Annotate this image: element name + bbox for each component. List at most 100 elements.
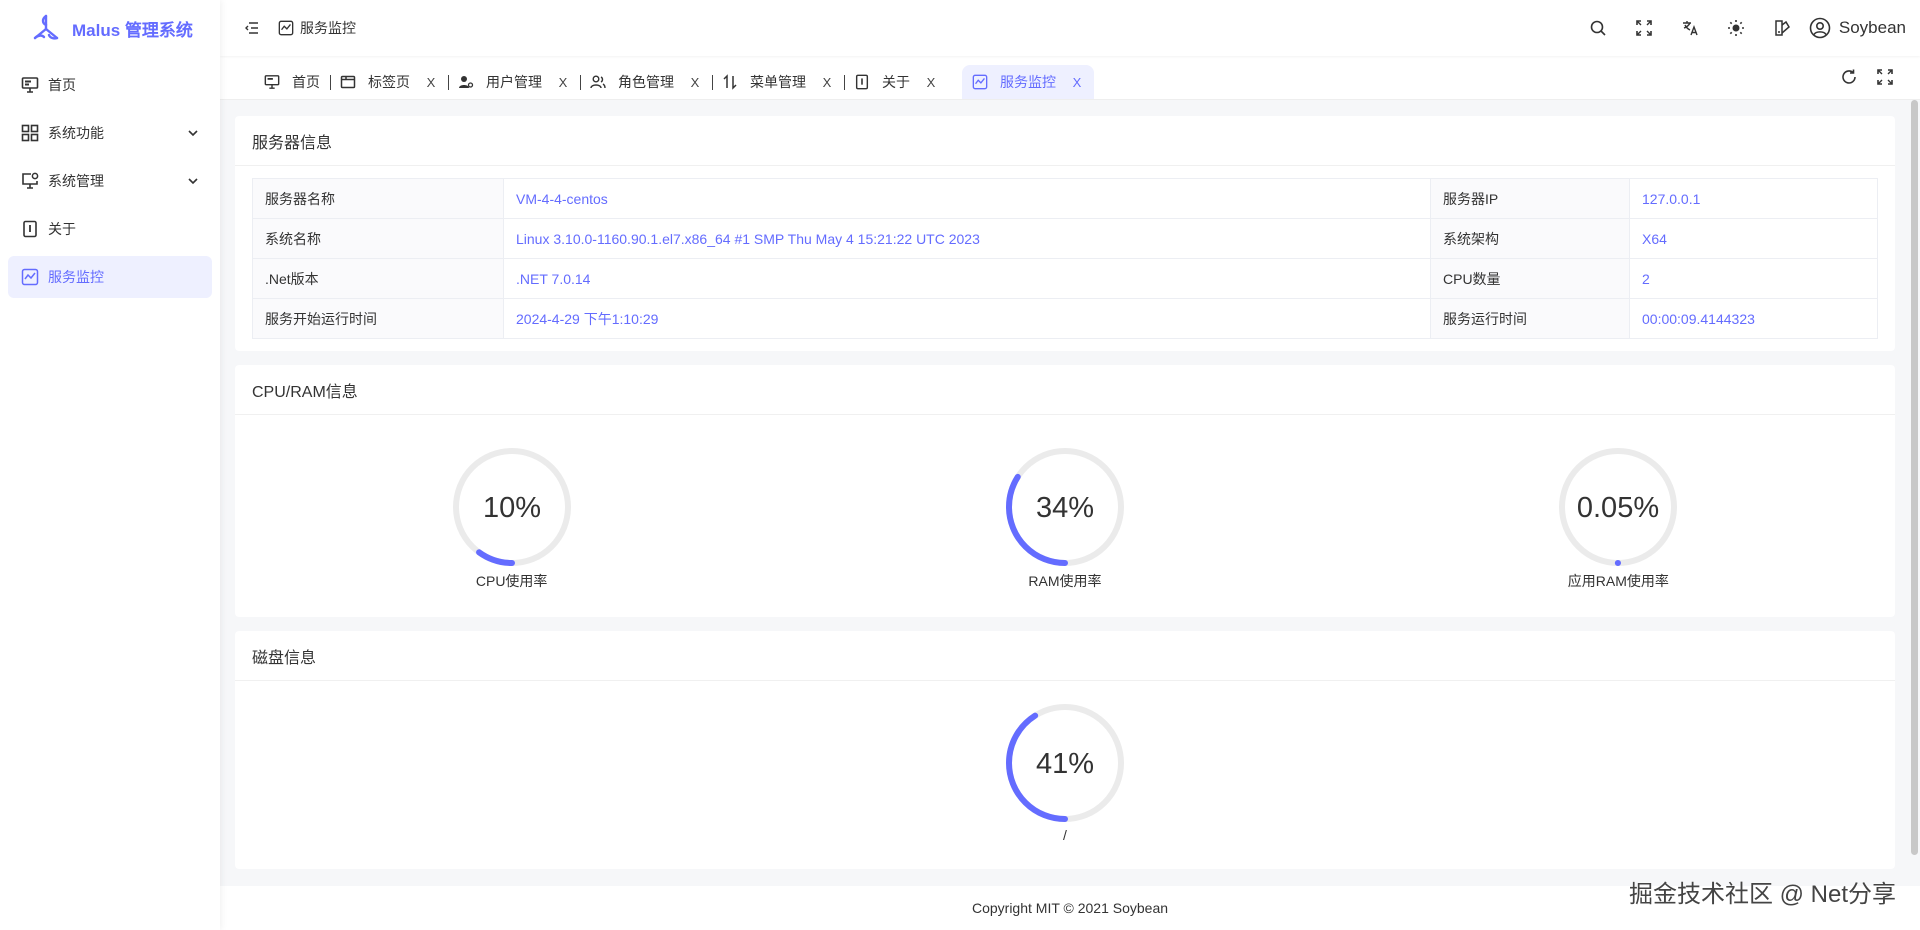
gauge-percent: 10% [483, 492, 541, 524]
progress-circle: 34% [1005, 448, 1124, 566]
tab-label: 用户管理 [486, 74, 542, 90]
info-icon [20, 219, 40, 239]
gauge-label: 应用RAM使用率 [1567, 573, 1669, 589]
field-label: 系统名称 [252, 218, 504, 259]
user-name: Soybean [1838, 18, 1906, 37]
sidebar-menu: 首页 系统功能 系统管理 关于 服务监控 [0, 56, 220, 312]
field-label: 服务器名称 [252, 178, 504, 219]
tab-server-monitor[interactable]: 服务监控 X [962, 65, 1094, 99]
sort-icon [722, 74, 738, 90]
field-label: 系统架构 [1430, 218, 1630, 259]
monitor-icon [264, 74, 280, 90]
malus-logo-icon [33, 14, 59, 40]
theme-config-button[interactable] [1759, 0, 1805, 56]
card-title: CPU/RAM信息 [235, 365, 1895, 415]
tab-tabs-page[interactable]: 标签页 X [330, 65, 449, 99]
tab-close-button[interactable]: X [556, 75, 570, 90]
progress-circle: 0.05% [1559, 448, 1678, 566]
tab-about[interactable]: 关于 X [844, 65, 948, 99]
brand[interactable]: Malus 管理系统 [0, 0, 220, 56]
tab-role-management[interactable]: 角色管理 X [580, 65, 713, 99]
header-tools: Soybean [1575, 0, 1920, 56]
theme-toggle-button[interactable] [1713, 0, 1759, 56]
progress-circle: 10% [452, 448, 571, 566]
tab-bar: 首页 标签页 X 用户管理 X 角色管理 X 菜单管理 X 关于 X 服务监控 … [220, 56, 1920, 100]
brand-title: Malus 管理系统 [72, 20, 193, 40]
table-row: 服务器名称 VM-4-4-centos 服务器IP 127.0.0.1 [252, 178, 1878, 219]
table-row: .Net版本 .NET 7.0.14 CPU数量 2 [252, 258, 1878, 299]
menu-fold-icon [245, 22, 258, 34]
field-label: 服务运行时间 [1430, 298, 1630, 339]
users-icon [590, 74, 606, 90]
gauge-row: 10% CPU使用率 34% RAM使用率 0.05% 应用RAM使用率 [235, 415, 1895, 617]
sidebar-item-home[interactable]: 首页 [8, 64, 212, 106]
user-menu[interactable]: Soybean [1809, 17, 1906, 39]
tab-label: 标签页 [368, 74, 410, 90]
field-value: 2 [1629, 258, 1878, 299]
breadcrumb-label: 服务监控 [300, 20, 356, 36]
ram-usage-gauge: 34% RAM使用率 [985, 445, 1145, 591]
gauge-percent: 41% [1036, 748, 1094, 780]
tab-user-management[interactable]: 用户管理 X [448, 65, 581, 99]
user-avatar-icon [1809, 17, 1831, 39]
fullscreen-icon [1636, 20, 1652, 36]
field-label: .Net版本 [252, 258, 504, 299]
language-button[interactable] [1667, 0, 1713, 56]
scrollbar-thumb[interactable] [1911, 100, 1918, 855]
chevron-down-icon [188, 130, 198, 137]
sidebar-item-server-monitor[interactable]: 服务监控 [8, 256, 212, 298]
breadcrumb[interactable]: 服务监控 [278, 18, 356, 38]
disk-usage-gauge: 41% / [985, 701, 1145, 843]
field-label: CPU数量 [1430, 258, 1630, 299]
field-label: 服务开始运行时间 [252, 298, 504, 339]
tab-close-button[interactable]: X [924, 75, 938, 90]
chart-icon [972, 74, 988, 90]
field-value: Linux 3.10.0-1160.90.1.el7.x86_64 #1 SMP… [503, 218, 1431, 259]
tab-menu-management[interactable]: 菜单管理 X [712, 65, 845, 99]
field-value: X64 [1629, 218, 1878, 259]
sidebar-item-system-functions[interactable]: 系统功能 [8, 112, 212, 154]
sidebar-item-about[interactable]: 关于 [8, 208, 212, 250]
card-title: 磁盘信息 [235, 631, 1895, 681]
monitor-icon [20, 75, 40, 95]
disk-info-card: 磁盘信息 41% / [235, 631, 1895, 869]
watermark: 掘金技术社区 @ Net分享 [1628, 881, 1896, 908]
tab-close-button[interactable]: X [688, 75, 702, 90]
field-value: 00:00:09.4144323 [1629, 298, 1878, 339]
field-value: .NET 7.0.14 [503, 258, 1431, 299]
tab-label: 角色管理 [618, 74, 674, 90]
tab-close-button[interactable]: X [1070, 75, 1084, 90]
user-gear-icon [458, 74, 474, 90]
table-row: 服务开始运行时间 2024-4-29 下午1:10:29 服务运行时间 00:0… [252, 298, 1878, 339]
gauge-percent: 34% [1036, 492, 1094, 524]
sidebar-item-label: 关于 [48, 221, 76, 237]
search-icon [1590, 20, 1606, 36]
top-header: 服务监控 Soybean [220, 0, 1920, 56]
refresh-icon[interactable] [1840, 68, 1858, 86]
sidebar-item-label: 服务监控 [48, 269, 104, 285]
tab-label: 服务监控 [1000, 74, 1056, 90]
sidebar-item-system-management[interactable]: 系统管理 [8, 160, 212, 202]
progress-circle: 41% [1006, 704, 1124, 822]
search-button[interactable] [1575, 0, 1621, 56]
fullscreen-button[interactable] [1621, 0, 1667, 56]
tab-label: 首页 [292, 74, 320, 90]
app-ram-usage-gauge: 0.05% 应用RAM使用率 [1538, 445, 1698, 591]
tab-label: 关于 [882, 74, 910, 90]
gauge-percent: 0.05% [1577, 492, 1659, 524]
table-row: 系统名称 Linux 3.10.0-1160.90.1.el7.x86_64 #… [252, 218, 1878, 259]
disk-gauge-row: 41% / [235, 681, 1895, 869]
tab-close-button[interactable]: X [820, 75, 834, 90]
collapse-sidebar-button[interactable] [230, 0, 274, 56]
server-info-card: 服务器信息 服务器名称 VM-4-4-centos 服务器IP 127.0.0.… [235, 116, 1895, 351]
sidebar-item-label: 系统功能 [48, 125, 104, 141]
gauge-label: / [1063, 827, 1067, 843]
fullscreen-icon[interactable] [1876, 68, 1894, 86]
card-title: 服务器信息 [235, 116, 1895, 166]
info-icon [854, 74, 870, 90]
tab-home[interactable]: 首页 [254, 65, 331, 99]
chart-icon [278, 20, 294, 36]
server-info-table: 服务器名称 VM-4-4-centos 服务器IP 127.0.0.1 系统名称… [252, 178, 1878, 339]
tab-close-button[interactable]: X [424, 75, 438, 90]
tab-tools [1840, 55, 1920, 99]
